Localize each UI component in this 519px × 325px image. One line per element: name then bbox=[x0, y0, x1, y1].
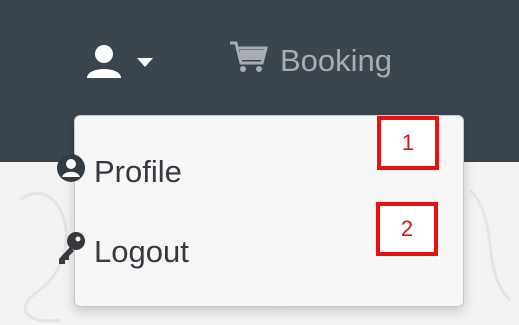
menu-item-logout[interactable]: Logout bbox=[56, 230, 189, 274]
user-circle-icon bbox=[56, 153, 86, 191]
key-icon bbox=[56, 231, 86, 273]
shopping-cart-icon bbox=[228, 39, 268, 83]
caret-down-icon bbox=[136, 56, 154, 68]
annotation-marker-2: 2 bbox=[376, 202, 438, 256]
menu-item-label: Logout bbox=[94, 234, 189, 269]
menu-item-label: Profile bbox=[94, 154, 182, 189]
booking-link[interactable]: Booking bbox=[228, 36, 392, 86]
booking-label: Booking bbox=[280, 43, 393, 78]
menu-item-profile[interactable]: Profile bbox=[56, 150, 182, 194]
annotation-marker-1: 1 bbox=[377, 116, 439, 170]
user-menu-toggle[interactable] bbox=[84, 40, 170, 84]
user-icon bbox=[84, 42, 124, 82]
